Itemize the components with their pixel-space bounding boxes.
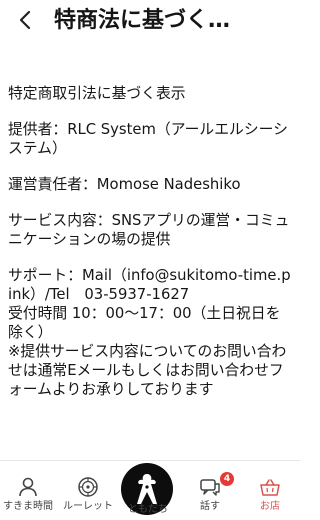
nav-item-shop[interactable]: お店 (240, 461, 300, 520)
nav-label-talk: 話す (200, 501, 220, 512)
note-text: ※提供サービス内容についてのお問い合わせは通常Eメールもしくはお問い合わせフォー… (8, 343, 287, 398)
screen: 特商法に基づく… 特定商取引法に基づく表示 提供者：RLC System（アール… (0, 0, 300, 520)
legal-content: 特定商取引法に基づく表示 提供者：RLC System（アールエルシーシステム）… (8, 84, 292, 464)
service-text: サービス内容：SNSアプリの運営・コミュニケーションの場の提供 (8, 212, 290, 248)
nav-label-sukima: すきま時間 (3, 501, 53, 512)
chevron-left-icon (19, 10, 31, 30)
nav-item-roulette[interactable]: ルーレット (58, 461, 118, 520)
nav-label-friends: ともだち (128, 504, 168, 515)
nav-item-sukima[interactable]: すきま時間 (0, 461, 58, 520)
provider-text: 提供者：RLC System（アールエルシーシステム） (8, 121, 288, 157)
unread-badge: 4 (220, 472, 234, 486)
back-button[interactable] (10, 5, 40, 35)
chat-icon (198, 475, 222, 499)
person-icon (16, 475, 40, 499)
hours-text: 受付時間 10：00〜17：00（土日祝日を除く） (8, 305, 281, 341)
friends-logo-icon (137, 474, 157, 504)
page-title: 特商法に基づく… (54, 8, 231, 33)
nav-label-roulette: ルーレット (63, 501, 113, 512)
support-text: サポート：Mail（info@sukitomo-time.pink）/Tel 0… (8, 267, 291, 303)
nav-item-talk[interactable]: 話す (180, 461, 240, 520)
header-bar: 特商法に基づく… (0, 0, 300, 40)
manager-text: 運営責任者：Momose Nadeshiko (8, 176, 241, 193)
basket-icon (258, 475, 282, 499)
roulette-icon (76, 475, 100, 499)
legal-heading: 特定商取引法に基づく表示 (8, 85, 186, 102)
nav-label-shop: お店 (260, 501, 280, 512)
